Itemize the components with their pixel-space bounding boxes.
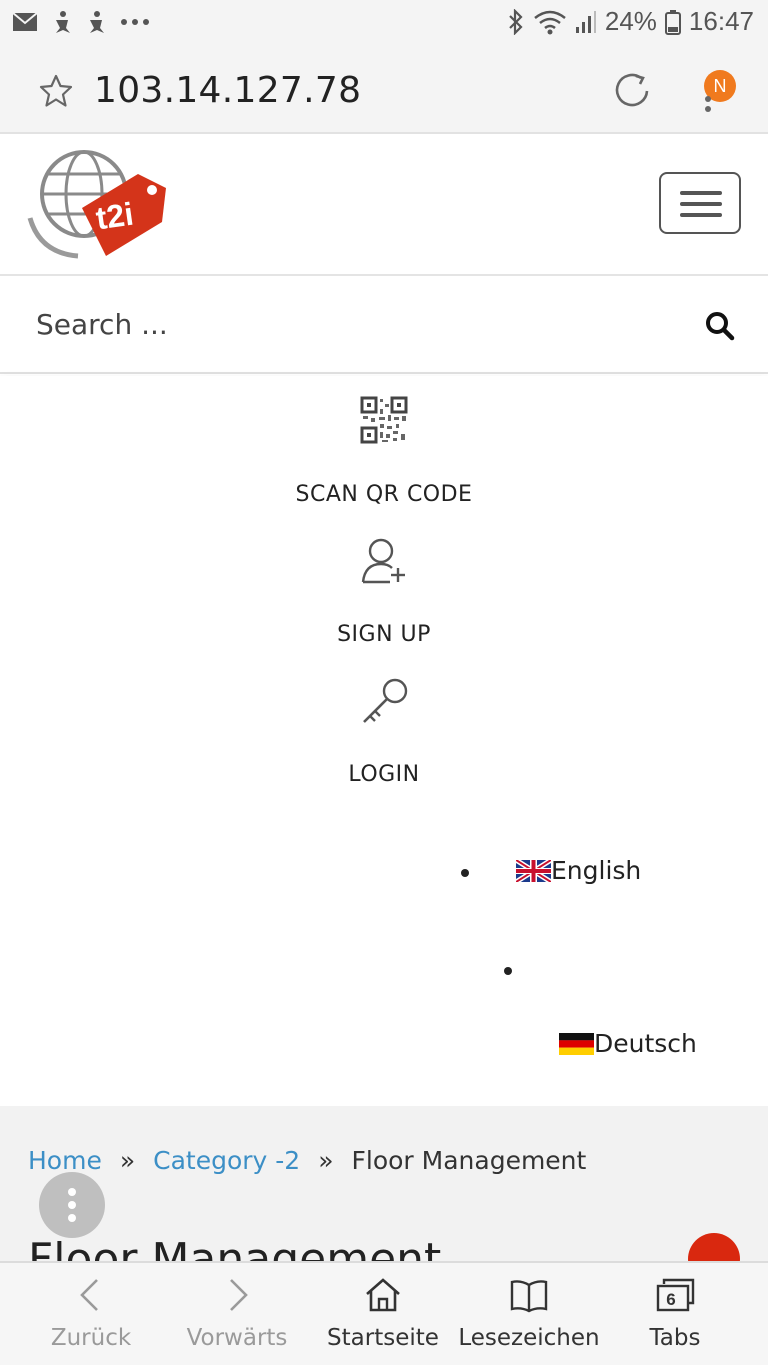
wifi-icon [534, 10, 566, 34]
mail-icon [12, 12, 38, 31]
menu-item-scan-qr[interactable]: SCAN QR CODE [234, 392, 534, 507]
qr-code-icon [360, 396, 408, 444]
menu-dot-icon [705, 106, 711, 112]
home-icon [366, 1278, 400, 1312]
system-status: 24% 16:47 [507, 6, 754, 37]
breadcrumb-separator: » [318, 1146, 334, 1175]
menu-item-login[interactable]: LOGIN [234, 672, 534, 787]
nav-back-button[interactable]: Zurück [16, 1263, 166, 1367]
menu-item-label: SIGN UP [337, 622, 431, 647]
notification-icons [12, 10, 150, 34]
site-header: t2i [0, 136, 768, 276]
bookmarks-icon [510, 1280, 548, 1313]
search-input[interactable] [36, 304, 636, 344]
language-label: English [551, 856, 642, 885]
breadcrumb-separator: » [119, 1146, 136, 1175]
site-logo[interactable]: t2i [26, 148, 172, 266]
nav-forward-button[interactable]: Vorwärts [162, 1263, 312, 1367]
breadcrumb-category-link[interactable]: Category -2 [153, 1146, 300, 1175]
language-english[interactable]: English [516, 856, 641, 885]
back-arrow-icon [80, 1279, 98, 1311]
battery-percent: 24% [604, 6, 657, 36]
breadcrumb-current: Floor Management [351, 1146, 587, 1175]
user-plus-icon [361, 538, 405, 584]
menu-dot-icon [68, 1188, 76, 1196]
nav-home-button[interactable]: Startseite [308, 1263, 458, 1367]
nav-tabs-button[interactable]: 6 Tabs [600, 1263, 750, 1367]
uk-flag-icon [516, 859, 551, 882]
floating-menu-button[interactable] [39, 1172, 105, 1238]
browser-menu-button[interactable]: N [700, 70, 738, 130]
menu-item-label: SCAN QR CODE [295, 482, 473, 507]
dropdown-menu-panel: SCAN QR CODE SIGN UP LOGIN English Deuts… [0, 376, 768, 1106]
breadcrumb-home-link[interactable]: Home [28, 1146, 102, 1175]
tab-count: 6 [666, 1290, 676, 1309]
hamburger-line [680, 191, 722, 195]
clock: 16:47 [688, 6, 754, 36]
menu-item-label: LOGIN [348, 762, 420, 787]
nav-label: Startseite [327, 1325, 439, 1351]
hamburger-line [680, 213, 722, 217]
url-field[interactable]: 103.14.127.78 [94, 70, 361, 111]
germany-flag-icon [559, 1032, 594, 1055]
forward-arrow-icon [230, 1279, 248, 1311]
browser-address-bar: 103.14.127.78 N [0, 48, 768, 134]
page-content: Home » Category -2 » Floor Management Floor … [0, 1106, 768, 1285]
hamburger-menu-button[interactable] [659, 172, 741, 234]
language-label: Deutsch [594, 1029, 697, 1058]
bookmark-star-icon[interactable] [39, 74, 73, 108]
bluetooth-icon [509, 8, 523, 35]
nav-label: Vorwärts [186, 1325, 288, 1351]
search-icon[interactable] [705, 311, 735, 341]
signal-icon [575, 10, 596, 33]
more-notifications-icon [121, 19, 149, 25]
menu-dot-icon [705, 96, 711, 102]
app-notification-icon [90, 11, 104, 33]
nav-bookmarks-button[interactable]: Lesezeichen [454, 1263, 604, 1367]
battery-icon [664, 9, 681, 35]
list-bullet [461, 869, 469, 877]
logo-text: t2i [93, 195, 136, 237]
nav-label: Lesezeichen [458, 1325, 600, 1351]
nav-label: Tabs [649, 1325, 701, 1351]
menu-item-sign-up[interactable]: SIGN UP [234, 532, 534, 647]
menu-dot-icon [68, 1201, 76, 1209]
key-icon [363, 678, 408, 723]
breadcrumb: Home » Category -2 » Floor Management [28, 1146, 586, 1175]
search-bar [0, 276, 768, 374]
list-bullet [504, 967, 512, 975]
reload-icon[interactable] [614, 72, 652, 110]
nav-label: Zurück [50, 1325, 132, 1351]
language-deutsch[interactable]: Deutsch [559, 1029, 697, 1058]
menu-dot-icon [68, 1214, 76, 1222]
status-bar: 24% 16:47 [0, 0, 768, 48]
hamburger-line [680, 202, 722, 206]
app-notification-icon [56, 11, 70, 33]
browser-bottom-nav: Zurück Vorwärts Startseite Lesezeichen 6… [0, 1261, 768, 1365]
